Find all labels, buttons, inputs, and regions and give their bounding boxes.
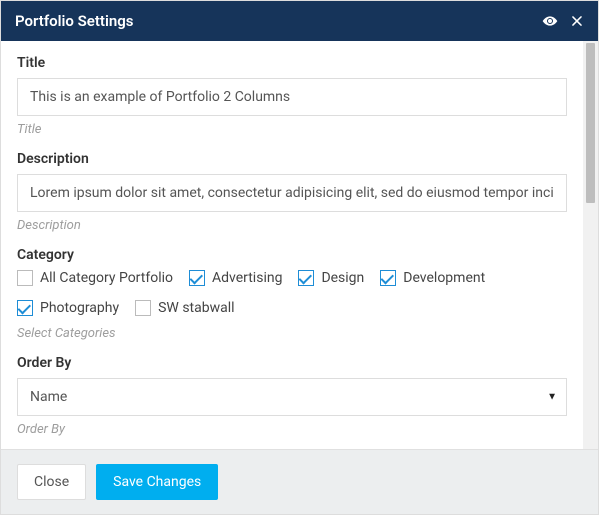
scrollbar-thumb[interactable] (586, 43, 595, 203)
modal-title: Portfolio Settings (15, 12, 133, 30)
category-options: All Category Portfolio Advertising Desig… (17, 270, 567, 316)
close-button[interactable]: Close (17, 464, 86, 500)
visibility-icon[interactable] (542, 13, 558, 29)
modal-body: Title Title Description Description Cate… (1, 41, 583, 449)
category-advertising[interactable]: Advertising (189, 270, 282, 286)
scrollbar[interactable] (583, 41, 598, 449)
description-help: Description (17, 218, 567, 233)
category-option-label: Development (403, 270, 485, 286)
checkbox-checked-icon (298, 270, 314, 286)
checkbox-checked-icon (189, 270, 205, 286)
field-description: Description Description (17, 151, 567, 233)
title-label: Title (17, 55, 567, 71)
category-label: Category (17, 247, 567, 263)
checkbox-unchecked-icon (17, 270, 33, 286)
checkbox-unchecked-icon (135, 300, 151, 316)
orderby-select[interactable]: Name (17, 378, 567, 416)
modal-body-wrap: Title Title Description Description Cate… (1, 41, 598, 449)
category-help: Select Categories (17, 326, 567, 341)
close-icon[interactable] (570, 14, 584, 28)
modal-header: Portfolio Settings (1, 1, 598, 41)
description-input[interactable] (17, 174, 567, 212)
modal-footer: Close Save Changes (1, 449, 598, 514)
portfolio-settings-modal: Portfolio Settings Title Title Descripti… (0, 0, 599, 515)
field-title: Title Title (17, 55, 567, 137)
category-option-label: Design (321, 270, 364, 286)
category-option-label: SW stabwall (158, 300, 234, 316)
category-design[interactable]: Design (298, 270, 364, 286)
category-all[interactable]: All Category Portfolio (17, 270, 173, 286)
save-button[interactable]: Save Changes (96, 464, 218, 500)
orderby-select-wrap: Name ▼ (17, 378, 567, 416)
checkbox-checked-icon (380, 270, 396, 286)
title-help: Title (17, 122, 567, 137)
field-orderby: Order By Name ▼ Order By (17, 355, 567, 437)
category-option-label: All Category Portfolio (40, 270, 173, 286)
category-development[interactable]: Development (380, 270, 485, 286)
description-label: Description (17, 151, 567, 167)
category-option-label: Advertising (212, 270, 282, 286)
category-swstabwall[interactable]: SW stabwall (135, 300, 234, 316)
title-input[interactable] (17, 78, 567, 116)
checkbox-checked-icon (17, 300, 33, 316)
orderby-help: Order By (17, 422, 567, 437)
category-option-label: Photography (40, 300, 119, 316)
orderby-label: Order By (17, 355, 567, 371)
header-actions (542, 13, 584, 29)
field-category: Category All Category Portfolio Advertis… (17, 247, 567, 341)
category-photography[interactable]: Photography (17, 300, 119, 316)
